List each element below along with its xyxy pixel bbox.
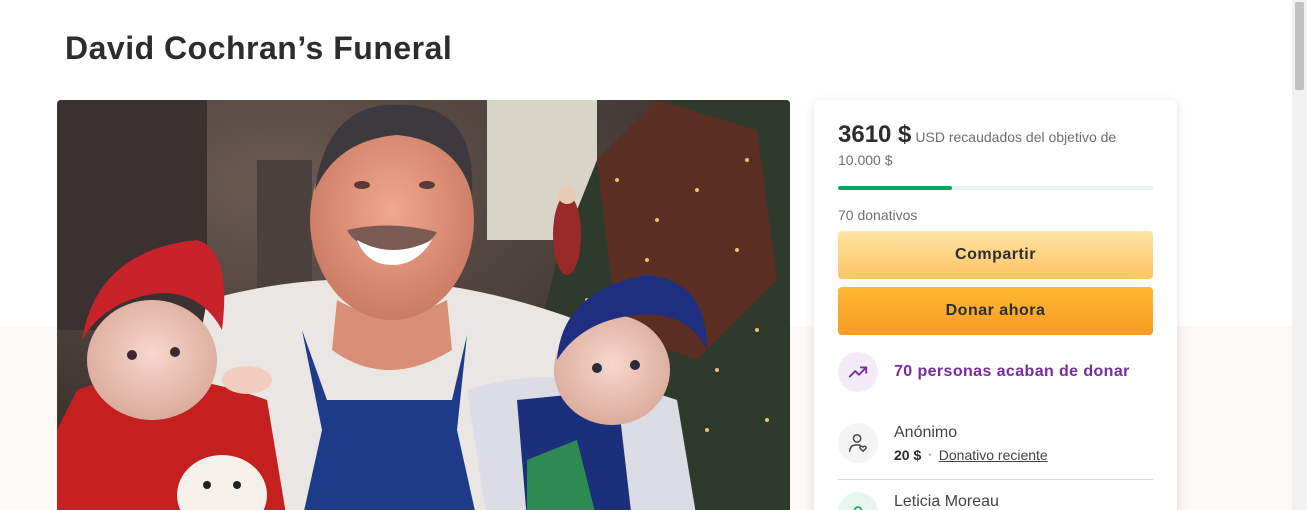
donor-item: Leticia Moreau xyxy=(838,492,1158,510)
amount-summary: 3610 $ USD recaudados del objetivo de 10.… xyxy=(838,121,1153,172)
scrollbar-thumb[interactable] xyxy=(1295,2,1304,90)
donor-item: Anónimo 20 $ • Donativo reciente xyxy=(838,423,1158,463)
trending-up-icon xyxy=(838,352,878,392)
location-pin-icon xyxy=(838,492,878,510)
recent-activity-label: 70 personas acaban de donar xyxy=(894,363,1130,380)
heart-user-icon xyxy=(838,423,878,463)
separator-dot: • xyxy=(928,449,932,461)
donor-amount: 20 $ xyxy=(894,447,922,463)
page-title: David Cochran’s Funeral xyxy=(65,30,453,66)
amount-raised: 3610 $ xyxy=(838,121,912,148)
donate-now-button[interactable]: Donar ahora xyxy=(838,287,1153,335)
donation-card: 3610 $ USD recaudados del objetivo de 10.… xyxy=(814,100,1177,510)
progress-bar xyxy=(838,186,1153,190)
donations-count: 70 donativos xyxy=(838,207,918,223)
donor-name: Leticia Moreau xyxy=(894,493,999,510)
recent-donation-link[interactable]: Donativo reciente xyxy=(939,447,1048,463)
share-button[interactable]: Compartir xyxy=(838,231,1153,279)
divider xyxy=(838,479,1153,480)
donor-name: Anónimo xyxy=(894,424,958,441)
fundraiser-photo xyxy=(57,100,790,510)
recent-activity[interactable]: 70 personas acaban de donar xyxy=(838,352,1158,392)
progress-bar-fill xyxy=(838,186,952,190)
scrollbar[interactable] xyxy=(1292,0,1307,510)
